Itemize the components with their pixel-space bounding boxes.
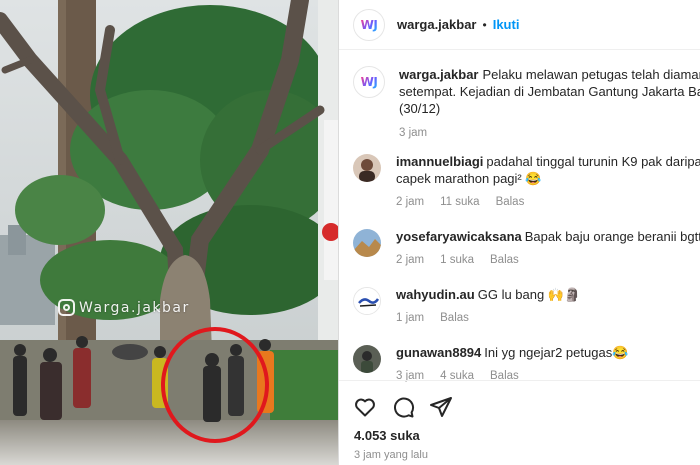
comment-time: 2 jam [396,196,425,208]
caption-avatar[interactable]: WJ [353,66,385,98]
comment-username[interactable]: yosefaryawicaksana [396,229,522,244]
comment-item: imannuelbiagi padahal tinggal turunin K9 … [353,153,700,208]
comment-line-1: Ini yg ngejar2 petugas😂 [484,345,629,360]
caption-time: 3 jam [399,127,428,139]
commenter-avatar[interactable] [353,345,381,373]
header-username[interactable]: warga.jakbar [397,17,477,32]
comment-text: yosefaryawicaksana Bapak baju orange bera… [396,228,700,245]
reply-button[interactable]: Balas [440,312,469,324]
comment-likes[interactable]: 11 suka [440,196,479,208]
comment-item: gunawan8894 Ini yg ngejar2 petugas😂 3 jam… [353,344,700,382]
reply-button[interactable]: Balas [490,254,519,266]
share-icon[interactable] [429,395,453,419]
comment-text: imannuelbiagi padahal tinggal turunin K9 … [396,153,700,170]
comment-line-1: GG lu bang 🙌🗿 [477,287,581,302]
comment-text: gunawan8894 Ini yg ngejar2 petugas😂 [396,344,700,361]
caption-line-3: (30/12) [399,101,441,116]
avatar-logo-text: WJ [360,75,378,89]
actions-bar: 4.053 suka 3 jam yang lalu [339,380,700,465]
comment-username[interactable]: gunawan8894 [396,345,481,360]
comment-icon[interactable] [391,395,415,419]
comment-item: wahyudin.au GG lu bang 🙌🗿 1 jam Balas [353,286,700,324]
caption: WJ warga.jakbar Pelaku melawan petugas te… [353,66,700,139]
post-header: WJ warga.jakbar • Ikuti [339,0,700,50]
profile-avatar[interactable]: WJ [353,8,385,41]
comment-time: 2 jam [396,254,425,266]
reply-button[interactable]: Balas [496,196,525,208]
follow-button[interactable]: Ikuti [493,17,520,32]
watermark-text: Warga.jakbar [79,299,190,316]
avatar-logo-text: WJ [360,17,378,32]
watermark: Warga.jakbar [58,299,190,316]
comment-line-1: padahal tinggal turunin K9 pak daripada … [486,154,700,169]
comment-time: 1 jam [396,312,425,324]
commenter-avatar[interactable] [353,287,381,315]
commenter-avatar[interactable] [353,229,381,257]
comment-likes[interactable]: 1 suka [440,254,474,266]
comment-line-1: Bapak baju orange beranii bgtt *sala [524,229,700,244]
post-panel: WJ warga.jakbar • Ikuti WJ warga.jakbar P… [339,0,700,465]
caption-line-1: Pelaku melawan petugas telah diamankan p [482,67,700,82]
comment-username[interactable]: imannuelbiagi [396,154,483,169]
commenter-avatar[interactable] [353,154,381,182]
heart-icon[interactable] [353,395,377,419]
posted-time: 3 jam yang lalu [354,449,428,461]
caption-username[interactable]: warga.jakbar [399,67,479,82]
separator-dot: • [482,17,487,32]
comment-item: yosefaryawicaksana Bapak baju orange bera… [353,228,700,266]
instagram-icon [58,299,75,316]
comment-line-2: capek marathon pagi² 😂 [396,171,542,186]
likes-count[interactable]: 4.053 suka [339,428,700,443]
scene-illustration [0,0,338,465]
comment-text: wahyudin.au GG lu bang 🙌🗿 [396,286,700,303]
caption-line-2: setempat. Kejadian di Jembatan Gantung J… [399,84,700,99]
post-media[interactable]: Warga.jakbar [0,0,338,465]
caption-text: warga.jakbar Pelaku melawan petugas telah… [399,66,700,83]
comment-username[interactable]: wahyudin.au [396,287,475,302]
